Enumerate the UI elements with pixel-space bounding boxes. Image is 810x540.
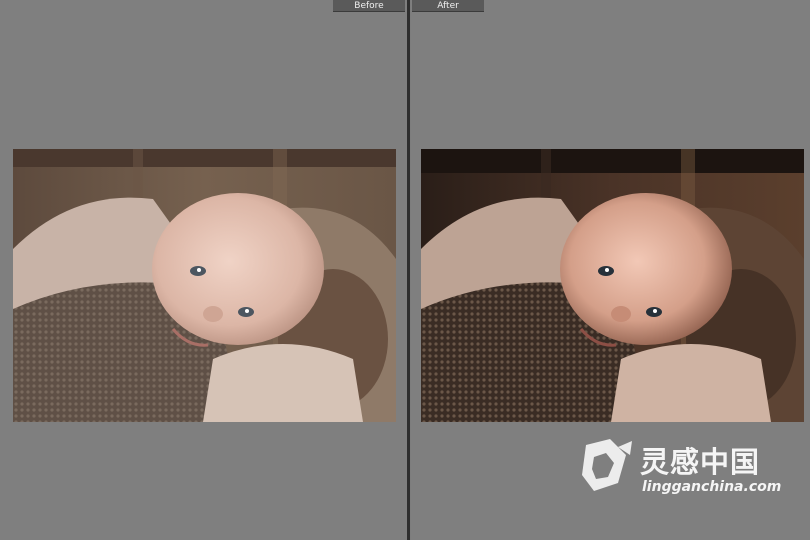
after-label: After xyxy=(412,0,484,12)
watermark-logo-icon xyxy=(582,439,632,491)
after-photo[interactable] xyxy=(421,149,804,422)
after-photo-image xyxy=(421,149,804,422)
watermark-url: lingganchina.com xyxy=(642,479,782,495)
before-photo[interactable] xyxy=(13,149,396,422)
watermark: 灵感中国 lingganchina.com xyxy=(574,437,796,503)
watermark-brand: 灵感中国 xyxy=(640,445,761,479)
before-photo-image xyxy=(13,149,396,422)
before-label: Before xyxy=(333,0,405,12)
split-divider[interactable] xyxy=(407,0,410,540)
